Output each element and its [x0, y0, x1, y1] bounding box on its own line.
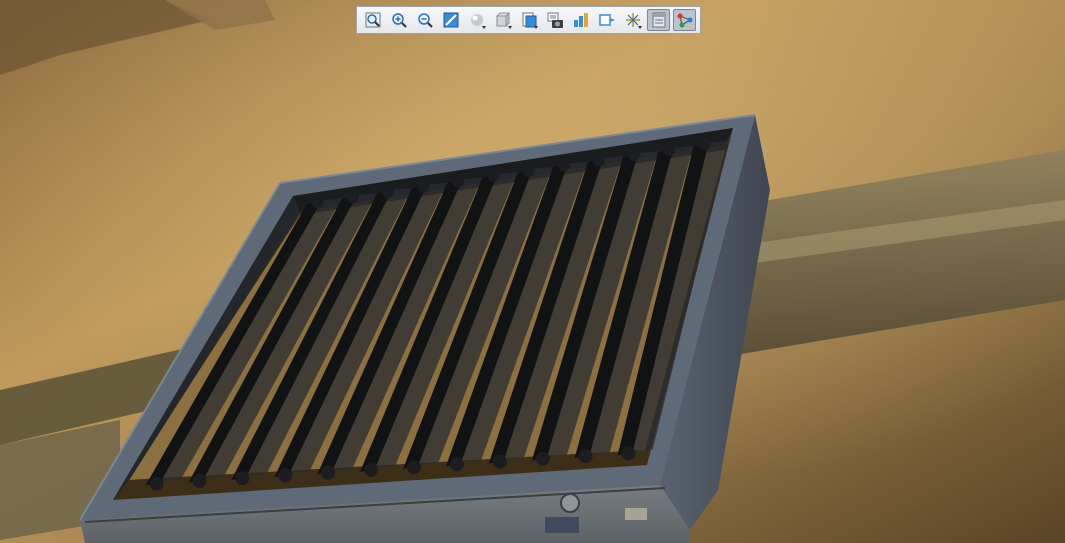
blade-pivot-top	[522, 164, 535, 177]
exploded-view-button[interactable]	[595, 9, 618, 31]
dropdown-arrow-icon	[534, 26, 538, 29]
view-settings-button[interactable]	[569, 9, 592, 31]
dropdown-arrow-icon	[508, 26, 512, 29]
blade-pivot-bottom	[149, 476, 164, 491]
zoom-fit-icon	[364, 11, 382, 29]
scene-effects-button[interactable]	[621, 9, 644, 31]
blade-pivot-top	[698, 138, 711, 151]
blade-pivot-top	[346, 191, 359, 204]
front-plate-label	[625, 508, 647, 520]
front-plate-bracket	[545, 517, 579, 533]
network-graph-button[interactable]	[673, 9, 696, 31]
blade-pivot-top	[417, 180, 430, 193]
display-style-button[interactable]	[491, 9, 514, 31]
blade-pivot-bottom	[192, 473, 207, 488]
blade-pivot-top	[592, 154, 605, 167]
blade-pivot-top	[311, 196, 324, 209]
screenshot-button[interactable]	[543, 9, 566, 31]
section-view-button[interactable]	[517, 9, 540, 31]
camera-icon	[546, 11, 564, 29]
blade-pivot-bottom	[578, 449, 593, 464]
dropdown-arrow-icon	[638, 26, 642, 29]
view-settings-icon	[572, 11, 590, 29]
zoom-area-icon	[442, 11, 460, 29]
view-orientation-button[interactable]	[465, 9, 488, 31]
display-pane-icon	[650, 11, 668, 29]
blade-pivot-bottom	[535, 451, 550, 466]
blade-pivot-top	[452, 175, 465, 188]
blade-pivot-top	[557, 159, 570, 172]
dropdown-arrow-icon	[482, 26, 486, 29]
rendered-scene[interactable]	[0, 0, 1065, 543]
blade-pivot-top	[663, 143, 676, 156]
view-toolbar	[356, 6, 701, 34]
explode-icon	[598, 11, 616, 29]
zoom-in-icon	[390, 11, 408, 29]
blade-pivot-bottom	[364, 462, 379, 477]
blade-pivot-bottom	[235, 471, 250, 486]
blade-pivot-top	[487, 170, 500, 183]
zoom-to-fit-button[interactable]	[361, 9, 384, 31]
front-plate-bolt	[560, 493, 580, 513]
blade-pivot-top	[628, 149, 641, 162]
zoom-area-button[interactable]	[439, 9, 462, 31]
display-pane-button[interactable]	[647, 9, 670, 31]
zoom-in-button[interactable]	[387, 9, 410, 31]
zoom-out-button[interactable]	[413, 9, 436, 31]
blade-pivot-bottom	[449, 457, 464, 472]
blade-pivot-bottom	[621, 446, 636, 461]
blade-pivot-bottom	[492, 454, 507, 469]
3d-model-viewport[interactable]	[0, 0, 1065, 543]
blade-pivot-bottom	[278, 468, 293, 483]
zoom-out-icon	[416, 11, 434, 29]
blade-pivot-top	[381, 185, 394, 198]
blade-pivot-bottom	[406, 460, 421, 475]
network-graph-icon	[676, 11, 694, 29]
blade-pivot-bottom	[321, 465, 336, 480]
